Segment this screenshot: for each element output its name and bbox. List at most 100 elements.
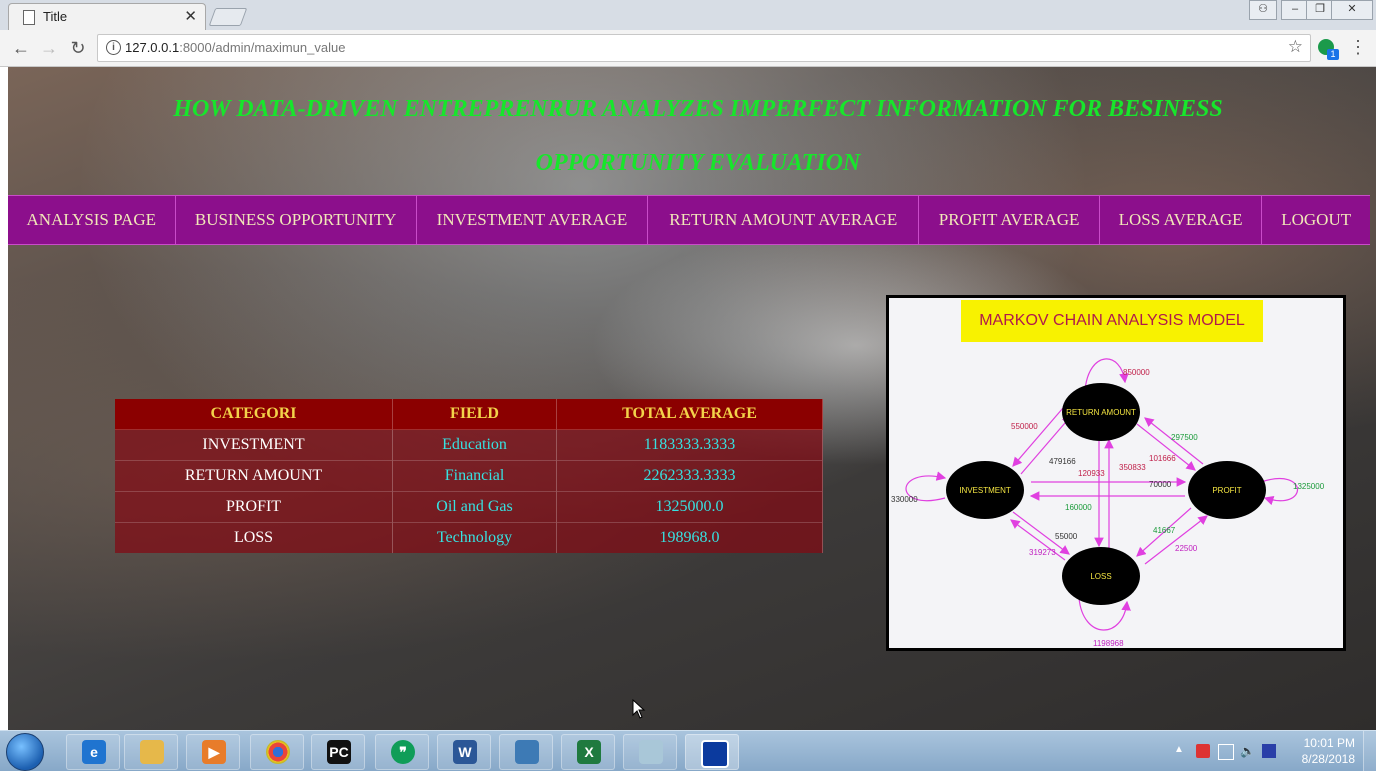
ie-icon: e xyxy=(82,740,106,764)
node-label-profit: PROFIT xyxy=(1212,486,1241,495)
row-total: 198968.0 xyxy=(556,522,823,553)
restore-button[interactable]: ❐ xyxy=(1306,0,1334,20)
nav-business-opportunity[interactable]: BUSINESS OPPORTUNITY xyxy=(176,196,417,244)
close-tab-icon[interactable]: ✕ xyxy=(184,7,197,25)
chrome-icon xyxy=(266,740,290,764)
edge-label: 297500 xyxy=(1171,433,1198,442)
edge-label: 550000 xyxy=(1011,422,1038,431)
nav-logout[interactable]: LOGOUT xyxy=(1262,196,1370,244)
hangouts-icon: ❞ xyxy=(391,740,415,764)
node-label-return: RETURN AMOUNT xyxy=(1066,408,1136,417)
edge-label: 55000 xyxy=(1055,532,1078,541)
nav-analysis-page[interactable]: ANALYSIS PAGE xyxy=(8,196,176,244)
row-total: 1183333.3333 xyxy=(556,429,823,461)
nav-loss-average[interactable]: LOSS AVERAGE xyxy=(1100,196,1263,244)
folder-icon xyxy=(140,740,164,764)
nav-return-amount-average[interactable]: RETURN AMOUNT AVERAGE xyxy=(648,196,920,244)
markov-graph: RETURN AMOUNT INVESTMENT PROFIT LOSS 850… xyxy=(891,358,1325,648)
site-info-icon[interactable]: i xyxy=(106,40,121,55)
close-window-button[interactable]: ✕ xyxy=(1331,0,1373,20)
new-tab-button[interactable] xyxy=(208,8,248,26)
mouse-cursor-icon xyxy=(632,699,646,719)
edge-label: 1198968 xyxy=(1093,639,1124,648)
word-icon: W xyxy=(453,740,477,764)
taskbar-word[interactable]: W xyxy=(437,734,491,770)
reload-icon[interactable]: ↻ xyxy=(66,36,90,60)
taskbar-explorer[interactable] xyxy=(124,734,178,770)
row-category: RETURN AMOUNT xyxy=(115,460,393,492)
browser-tab[interactable]: Title ✕ xyxy=(8,3,206,30)
language-icon[interactable] xyxy=(1262,744,1276,758)
notes-icon xyxy=(639,740,663,764)
header-categori: CATEGORI xyxy=(115,399,393,430)
taskbar-excel[interactable]: X xyxy=(561,734,615,770)
edge-label: 350833 xyxy=(1119,463,1146,472)
url-text: 127.0.0.1:8000/admin/maximun_value xyxy=(125,40,345,55)
row-field: Oil and Gas xyxy=(392,491,557,523)
edge-label: 70000 xyxy=(1149,480,1172,489)
url-host: 127.0.0.1 xyxy=(125,40,180,55)
page-gutter xyxy=(0,67,8,730)
taskbar-photos[interactable] xyxy=(499,734,553,770)
table-row: INVESTMENT Education 1183333.3333 xyxy=(115,429,823,461)
edge-label: 22500 xyxy=(1175,544,1198,553)
bookmark-star-icon[interactable]: ☆ xyxy=(1288,37,1303,57)
nav-investment-average[interactable]: INVESTMENT AVERAGE xyxy=(417,196,649,244)
edge-label: 1325000 xyxy=(1293,482,1325,491)
tray-expand-icon[interactable]: ▲ xyxy=(1174,744,1188,758)
table-row: RETURN AMOUNT Financial 2262333.3333 xyxy=(115,460,823,492)
chrome-menu-icon[interactable]: ⋮ xyxy=(1349,38,1367,56)
taskbar-remote-desktop[interactable] xyxy=(685,734,739,770)
node-label-investment: INVESTMENT xyxy=(959,486,1011,495)
photo-viewer-icon xyxy=(515,740,539,764)
start-button[interactable] xyxy=(6,733,44,771)
taskbar-clock[interactable]: 10:01 PM 8/28/2018 xyxy=(1302,735,1355,767)
url-path: :8000/admin/maximun_value xyxy=(179,40,346,55)
windows-taskbar: e ▶ PC ❞ W X ▲ 🔈 10:01 PM 8/28/2018 xyxy=(0,730,1376,771)
minimize-button[interactable]: – xyxy=(1281,0,1309,20)
markov-chain-diagram: MARKOV CHAIN ANALYSIS MODEL RETURN AMOUN… xyxy=(886,295,1346,651)
extension-badge: 1 xyxy=(1327,49,1339,60)
back-icon[interactable]: ← xyxy=(9,36,33,60)
taskbar-pycharm[interactable]: PC xyxy=(311,734,365,770)
page-icon xyxy=(23,10,35,25)
address-bar[interactable]: i 127.0.0.1:8000/admin/maximun_value ☆ xyxy=(97,34,1311,62)
taskbar-ie[interactable]: e xyxy=(66,734,120,770)
profile-icon[interactable]: ⚇ xyxy=(1249,0,1277,20)
taskbar-media-player[interactable]: ▶ xyxy=(186,734,240,770)
excel-icon: X xyxy=(577,740,601,764)
main-nav: ANALYSIS PAGE BUSINESS OPPORTUNITY INVES… xyxy=(8,195,1370,245)
header-field: FIELD xyxy=(392,399,557,430)
nav-profit-average[interactable]: PROFIT AVERAGE xyxy=(919,196,1100,244)
table-header-row: CATEGORI FIELD TOTAL AVERAGE xyxy=(115,399,823,430)
headline-line-1: HOW DATA-DRIVEN ENTREPRENRUR ANALYZES IM… xyxy=(173,96,1223,122)
clock-time: 10:01 PM xyxy=(1303,736,1355,750)
row-field: Financial xyxy=(392,460,557,492)
row-category: LOSS xyxy=(115,522,393,553)
tab-title: Title xyxy=(43,9,68,24)
forward-icon[interactable]: → xyxy=(37,36,61,60)
taskbar-notes[interactable] xyxy=(623,734,677,770)
network-icon[interactable] xyxy=(1218,744,1234,760)
edge-label: 101666 xyxy=(1149,454,1176,463)
edge-label: 330000 xyxy=(891,495,918,504)
row-category: INVESTMENT xyxy=(115,429,393,461)
edge-label: 319273 xyxy=(1029,548,1056,557)
media-player-icon: ▶ xyxy=(202,740,226,764)
volume-icon[interactable]: 🔈 xyxy=(1240,744,1255,758)
edge-label: 160000 xyxy=(1065,503,1092,512)
table-row: PROFIT Oil and Gas 1325000.0 xyxy=(115,491,823,523)
taskbar-hangouts[interactable]: ❞ xyxy=(375,734,429,770)
flag-icon[interactable] xyxy=(1196,744,1210,758)
taskbar-chrome[interactable] xyxy=(250,734,304,770)
table-row: LOSS Technology 198968.0 xyxy=(115,522,823,553)
show-desktop-button[interactable] xyxy=(1363,731,1376,771)
remote-desktop-icon xyxy=(701,740,729,768)
page-headline: HOW DATA-DRIVEN ENTREPRENRUR ANALYZES IM… xyxy=(98,82,1298,190)
edge-label: 850000 xyxy=(1123,368,1150,377)
edge-label: 120933 xyxy=(1078,469,1105,478)
browser-toolbar: ← → ↻ i 127.0.0.1:8000/admin/maximun_val… xyxy=(0,30,1376,67)
edge-label: 41667 xyxy=(1153,526,1176,535)
web-page: HOW DATA-DRIVEN ENTREPRENRUR ANALYZES IM… xyxy=(8,67,1376,730)
header-total-average: TOTAL AVERAGE xyxy=(556,399,823,430)
